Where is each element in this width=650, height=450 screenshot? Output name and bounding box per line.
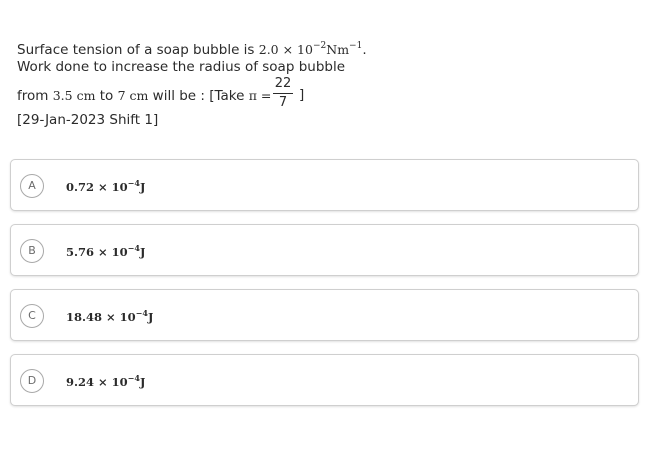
option-letter-b: B	[20, 239, 44, 263]
pi-fraction: 22 7	[271, 76, 295, 111]
option-letter-d: D	[20, 369, 44, 393]
exam-session-label: [29-Jan-2023 Shift 1]	[17, 112, 159, 128]
option-d-mantissa: 9.24 × 10	[66, 375, 128, 389]
option-d-exponent: −4	[127, 373, 140, 383]
question-line-3: from 3.5 cm to 7 cm will be : [Take π = …	[17, 76, 537, 116]
question-line-2: Work done to increase the radius of soap…	[17, 59, 346, 75]
option-c-exponent: −4	[135, 308, 148, 318]
option-a-exponent: −4	[127, 178, 140, 188]
option-a-mantissa: 0.72 × 10	[66, 180, 128, 194]
question-text-part: Surface tension of a soap bubble is	[17, 42, 259, 58]
surface-tension-exponent: −2	[312, 41, 327, 51]
option-c-answer: 18.48 × 10−4J	[66, 308, 153, 324]
question-line-3-text: from 3.5 cm to 7 cm will be : [Take π =	[17, 87, 271, 105]
option-a-answer: 0.72 × 10−4J	[66, 178, 145, 194]
option-d-answer: 9.24 × 10−4J	[66, 373, 145, 389]
option-a-unit: J	[139, 180, 146, 194]
option-b-exponent: −4	[127, 243, 140, 253]
from-text: from	[17, 88, 53, 104]
question-period: .	[362, 42, 367, 58]
surface-tension-unit-exponent: −1	[349, 41, 363, 51]
option-d[interactable]: D 9.24 × 10−4J	[10, 354, 639, 406]
option-b-unit: J	[139, 245, 146, 259]
closing-bracket: ]	[299, 87, 305, 103]
option-c[interactable]: C 18.48 × 10−4J	[10, 289, 639, 341]
surface-tension-value: 2.0 × 10	[258, 42, 313, 57]
option-b[interactable]: B 5.76 × 10−4J	[10, 224, 639, 276]
option-d-unit: J	[139, 375, 146, 389]
to-text: to	[95, 88, 118, 104]
radius-start: 3.5 cm	[52, 88, 96, 103]
surface-tension-unit: Nm	[326, 42, 350, 57]
radius-end: 7 cm	[117, 88, 149, 103]
option-letter-c: C	[20, 304, 44, 328]
fraction-bar	[273, 93, 293, 94]
question-line-1: Surface tension of a soap bubble is 2.0 …	[17, 38, 537, 59]
option-b-mantissa: 5.76 × 10	[66, 245, 128, 259]
option-b-answer: 5.76 × 10−4J	[66, 243, 145, 259]
option-c-unit: J	[147, 310, 154, 324]
option-letter-a: A	[20, 174, 44, 198]
option-c-mantissa: 18.48 × 10	[66, 310, 136, 324]
option-a[interactable]: A 0.72 × 10−4J	[10, 159, 639, 211]
fraction-denominator: 7	[278, 95, 288, 110]
pi-symbol: π =	[248, 88, 272, 103]
fraction-numerator: 22	[274, 76, 292, 91]
take-text: will be : [Take	[148, 88, 249, 104]
question-text: Surface tension of a soap bubble is 2.0 …	[17, 38, 537, 116]
